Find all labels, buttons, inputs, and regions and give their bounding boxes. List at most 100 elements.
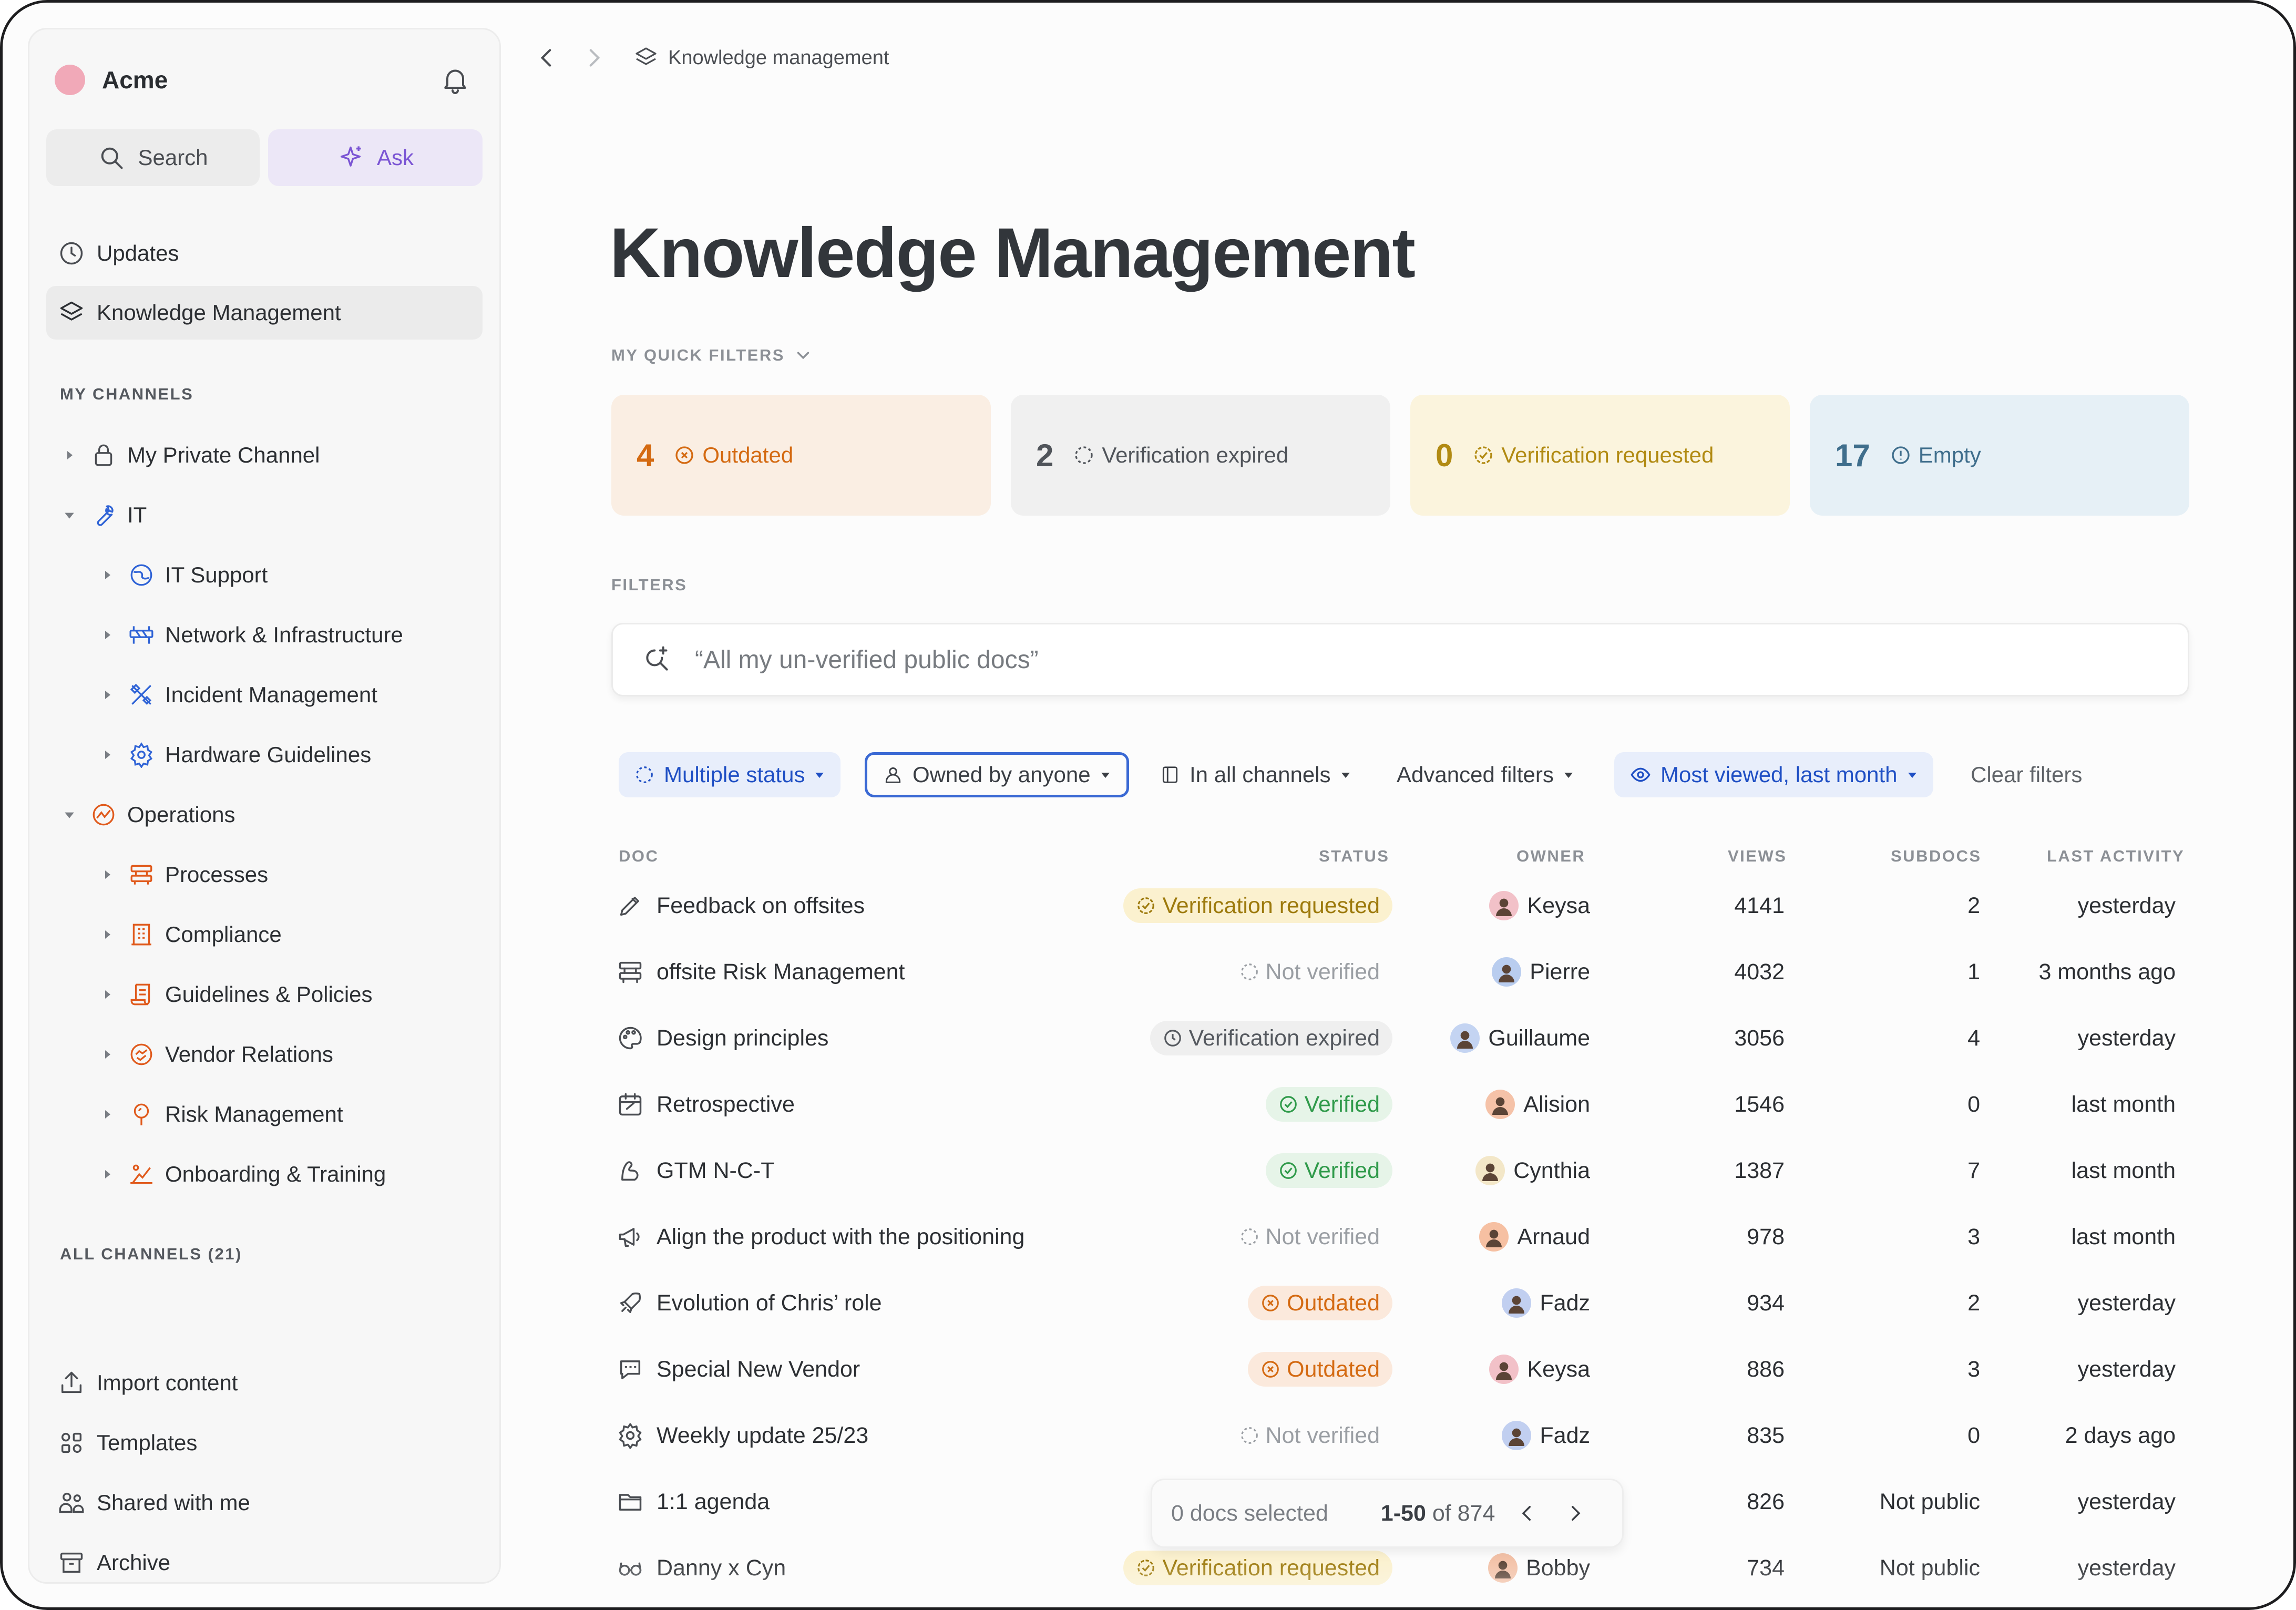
table-row[interactable]: Design principles Verification expired G… xyxy=(611,1005,2189,1071)
quick-filter-empty[interactable]: 17 Empty xyxy=(1810,395,2189,516)
owner-filter-chip[interactable]: Owned by anyone xyxy=(865,752,1129,797)
channel-it[interactable]: IT xyxy=(60,489,147,541)
doc-cell[interactable]: Feedback on offsites xyxy=(617,873,865,939)
channel-incident-management[interactable]: Incident Management xyxy=(98,669,377,721)
caret-right-icon[interactable] xyxy=(98,1105,117,1124)
status-badge[interactable]: Outdated xyxy=(1248,1286,1392,1320)
table-row[interactable]: offsite Risk Management Not verified Pie… xyxy=(611,939,2189,1005)
owner-cell[interactable]: Keysa xyxy=(1489,873,1590,939)
quick-filter-verification-expired[interactable]: 2 Verification expired xyxy=(1011,395,1390,516)
column-header-status[interactable]: STATUS xyxy=(1319,847,1389,866)
caret-right-icon[interactable] xyxy=(98,985,117,1004)
channel-onboarding-training[interactable]: Onboarding & Training xyxy=(98,1148,386,1201)
channel-vendor-relations[interactable]: Vendor Relations xyxy=(98,1028,333,1081)
table-row[interactable]: Weekly update 25/23 Not verified Fadz 83… xyxy=(611,1402,2189,1469)
channel-processes[interactable]: Processes xyxy=(98,848,268,901)
caret-right-icon[interactable] xyxy=(98,685,117,704)
owner-cell[interactable]: Arnaud xyxy=(1479,1204,1590,1270)
doc-cell[interactable]: offsite Risk Management xyxy=(617,939,905,1005)
caret-right-icon[interactable] xyxy=(98,865,117,884)
channels-filter-chip[interactable]: In all channels xyxy=(1144,752,1367,797)
doc-cell[interactable]: Special New Vendor xyxy=(617,1336,860,1402)
prev-page-icon[interactable] xyxy=(1516,1502,1538,1524)
caret-right-icon[interactable] xyxy=(98,1045,117,1064)
column-header-doc[interactable]: DOC xyxy=(619,847,659,866)
filter-search-input[interactable] xyxy=(695,645,2114,674)
doc-cell[interactable]: Danny x Cyn xyxy=(617,1535,786,1601)
filter-search-box[interactable] xyxy=(611,623,2189,696)
status-badge[interactable]: Verified xyxy=(1265,1153,1392,1188)
channel-compliance[interactable]: Compliance xyxy=(98,908,282,961)
status-badge[interactable]: Verified xyxy=(1265,1087,1392,1122)
advanced-filters-chip[interactable]: Advanced filters xyxy=(1381,752,1590,797)
caret-right-icon[interactable] xyxy=(98,925,117,944)
caret-right-icon[interactable] xyxy=(98,1165,117,1184)
doc-cell[interactable]: 1:1 agenda xyxy=(617,1469,770,1535)
breadcrumb[interactable]: Knowledge management xyxy=(633,45,889,70)
table-row[interactable]: Align the product with the positioning N… xyxy=(611,1204,2189,1270)
nav-knowledge-management[interactable]: Knowledge Management xyxy=(46,286,483,340)
status-filter-chip[interactable]: Multiple status xyxy=(619,752,841,797)
back-icon[interactable] xyxy=(534,45,560,71)
forward-icon[interactable] xyxy=(581,45,607,71)
quick-filter-verification-requested[interactable]: 0 Verification requested xyxy=(1410,395,1790,516)
status-badge[interactable]: Verification requested xyxy=(1123,888,1392,923)
next-page-icon[interactable] xyxy=(1564,1502,1586,1524)
owner-cell[interactable]: Alision xyxy=(1485,1071,1590,1137)
doc-cell[interactable]: Align the product with the positioning xyxy=(617,1204,1024,1270)
caret-right-icon[interactable] xyxy=(98,625,117,644)
owner-cell[interactable]: Cynthia xyxy=(1475,1137,1590,1204)
channel-hardware-guidelines[interactable]: Hardware Guidelines xyxy=(98,729,371,781)
column-header-views[interactable]: VIEWS xyxy=(1728,847,1787,866)
owner-cell[interactable]: Pierre xyxy=(1492,939,1590,1005)
owner-cell[interactable]: Fadz xyxy=(1502,1270,1590,1336)
owner-cell[interactable]: Guillaume xyxy=(1450,1005,1590,1071)
owner-cell[interactable]: Keysa xyxy=(1489,1336,1590,1402)
caret-right-icon[interactable] xyxy=(98,745,117,764)
doc-cell[interactable]: Weekly update 25/23 xyxy=(617,1402,868,1469)
doc-cell[interactable]: Design principles xyxy=(617,1005,828,1071)
search-button[interactable]: Search xyxy=(46,129,260,186)
caret-down-icon[interactable] xyxy=(60,805,79,824)
nav-import-content[interactable]: Import content xyxy=(46,1356,483,1410)
nav-shared-with-me[interactable]: Shared with me xyxy=(46,1476,483,1530)
table-row[interactable]: Feedback on offsites Verification reques… xyxy=(611,873,2189,939)
quick-filters-toggle[interactable]: MY QUICK FILTERS xyxy=(611,345,813,365)
nav-archive[interactable]: Archive xyxy=(46,1536,483,1590)
column-header-subdocs[interactable]: SUBDOCS xyxy=(1891,847,1982,866)
status-badge[interactable]: Not verified xyxy=(1227,1418,1392,1453)
doc-cell[interactable]: Retrospective xyxy=(617,1071,795,1137)
status-badge[interactable]: Verification requested xyxy=(1123,1551,1392,1585)
channel-network-infrastructure[interactable]: Network & Infrastructure xyxy=(98,609,403,661)
nav-updates[interactable]: Updates xyxy=(46,227,483,280)
sort-chip[interactable]: Most viewed, last month xyxy=(1614,752,1933,797)
all-channels-heading[interactable]: ALL CHANNELS (21) xyxy=(60,1245,242,1264)
status-badge[interactable]: Not verified xyxy=(1227,955,1392,989)
table-row[interactable]: Evolution of Chris’ role Outdated Fadz 9… xyxy=(611,1270,2189,1336)
caret-right-icon[interactable] xyxy=(60,446,79,465)
caret-down-icon[interactable] xyxy=(60,506,79,525)
status-badge[interactable]: Outdated xyxy=(1248,1352,1392,1387)
caret-right-icon[interactable] xyxy=(98,566,117,584)
owner-cell[interactable]: Fadz xyxy=(1502,1402,1590,1469)
ask-button[interactable]: Ask xyxy=(268,129,483,186)
table-row[interactable]: Retrospective Verified Alision 1546 0 la… xyxy=(611,1071,2189,1137)
clear-filters-button[interactable]: Clear filters xyxy=(1955,752,2098,797)
status-badge[interactable]: Not verified xyxy=(1227,1219,1392,1254)
channel-risk-management[interactable]: Risk Management xyxy=(98,1088,343,1141)
channel-operations[interactable]: Operations xyxy=(60,788,235,841)
table-row[interactable]: GTM N-C-T Verified Cynthia 1387 7 last m… xyxy=(611,1137,2189,1204)
bell-icon[interactable] xyxy=(439,64,471,96)
table-row[interactable]: Special New Vendor Outdated Keysa 886 3 … xyxy=(611,1336,2189,1402)
status-badge[interactable]: Verification expired xyxy=(1150,1021,1392,1055)
doc-cell[interactable]: Evolution of Chris’ role xyxy=(617,1270,882,1336)
nav-templates[interactable]: Templates xyxy=(46,1416,483,1470)
workspace-switcher[interactable]: Acme xyxy=(55,59,168,101)
doc-cell[interactable]: GTM N-C-T xyxy=(617,1137,775,1204)
channel-it-support[interactable]: IT Support xyxy=(98,549,268,601)
column-header-owner[interactable]: OWNER xyxy=(1516,847,1585,866)
column-header-last-activity[interactable]: LAST ACTIVITY xyxy=(2047,847,2185,866)
channel-my-private-channel[interactable]: My Private Channel xyxy=(60,429,320,481)
channel-guidelines-policies[interactable]: Guidelines & Policies xyxy=(98,968,373,1021)
quick-filter-outdated[interactable]: 4 Outdated xyxy=(611,395,991,516)
